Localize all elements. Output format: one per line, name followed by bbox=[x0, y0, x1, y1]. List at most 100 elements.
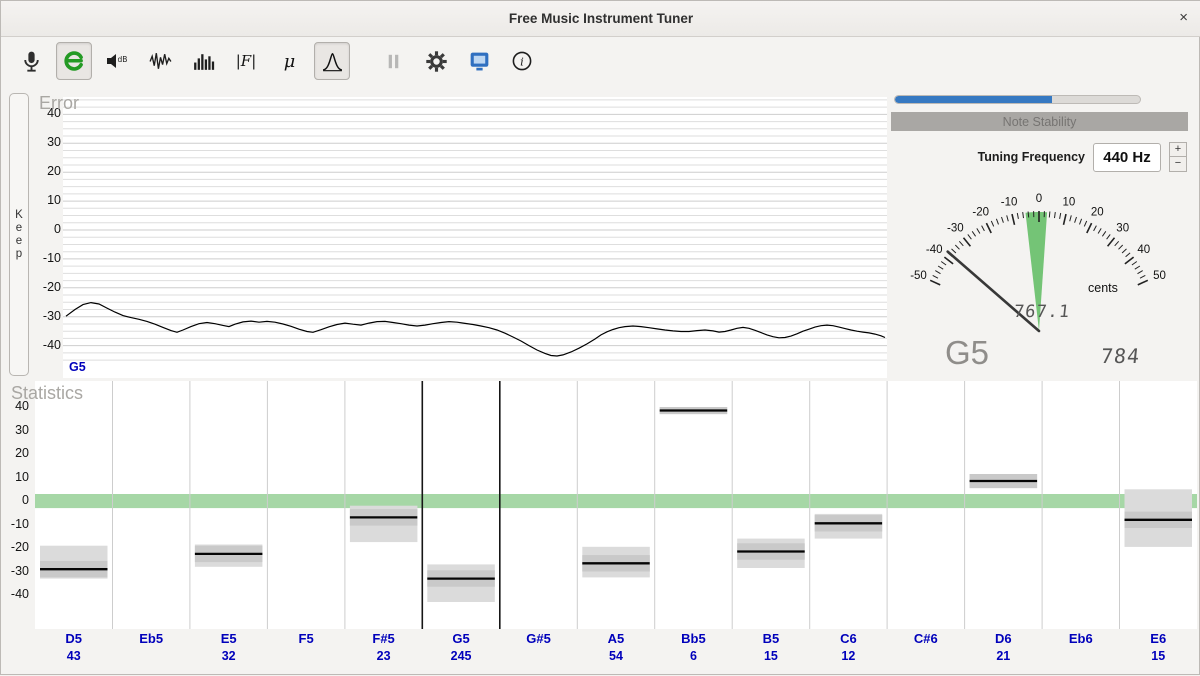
svg-text:-30: -30 bbox=[947, 223, 964, 235]
svg-text:20: 20 bbox=[1091, 207, 1104, 219]
in-tune-band bbox=[35, 494, 1197, 508]
error-y-tick-label: 0 bbox=[31, 222, 61, 236]
stats-note-label: G#5 bbox=[500, 631, 577, 646]
info-icon: i bbox=[510, 49, 534, 73]
tuning-frequency-label: Tuning Frequency bbox=[978, 150, 1085, 164]
tuning-frequency-input[interactable]: 440 Hz bbox=[1093, 143, 1161, 172]
stats-chart bbox=[35, 381, 1197, 629]
stats-note-label: Bb5 bbox=[655, 631, 732, 646]
stats-note-count: 23 bbox=[345, 649, 422, 663]
stats-note-count: 32 bbox=[190, 649, 267, 663]
keep-button[interactable]: Keep bbox=[9, 93, 29, 376]
error-y-tick-label: -10 bbox=[31, 251, 61, 265]
svg-text:-20: -20 bbox=[972, 207, 989, 219]
stats-note-label: D5 bbox=[35, 631, 112, 646]
stats-note-label: Eb6 bbox=[1042, 631, 1119, 646]
stats-note-label: F#5 bbox=[345, 631, 422, 646]
stats-note-label: E6 bbox=[1120, 631, 1197, 646]
pause-button bbox=[375, 42, 411, 80]
toolbar: dB |F| μ i bbox=[1, 37, 1200, 85]
error-curve bbox=[66, 303, 885, 356]
stats-y-tick-label: -30 bbox=[1, 564, 29, 578]
tuner-logo-icon bbox=[61, 48, 87, 74]
stats-y-tick-label: -10 bbox=[1, 517, 29, 531]
error-panel: Keep 403020100-10-20-30-40 Error G5 bbox=[9, 91, 887, 379]
titlebar: Free Music Instrument Tuner × bbox=[1, 1, 1200, 37]
fourier-transform-icon: |F| bbox=[233, 49, 259, 73]
svg-text:10: 10 bbox=[1063, 196, 1076, 208]
stats-note-label: A5 bbox=[577, 631, 654, 646]
stats-note-count: 6 bbox=[655, 649, 732, 663]
tuner-logo-button[interactable] bbox=[56, 42, 92, 80]
settings-gear-icon bbox=[424, 49, 449, 74]
svg-text:|F|: |F| bbox=[236, 52, 257, 70]
error-y-tick-label: -40 bbox=[31, 338, 61, 352]
input-level-fill bbox=[895, 96, 1052, 103]
svg-text:50: 50 bbox=[1153, 270, 1166, 282]
svg-text:40: 40 bbox=[1137, 244, 1150, 256]
close-button[interactable]: × bbox=[1179, 9, 1188, 27]
stats-note-count: 21 bbox=[965, 649, 1042, 663]
error-y-tick-label: 10 bbox=[31, 193, 61, 207]
error-y-axis: 403020100-10-20-30-40 bbox=[31, 97, 61, 372]
peak-curve-icon bbox=[320, 49, 345, 74]
statistics-watermark: Statistics bbox=[11, 383, 83, 404]
svg-text:i: i bbox=[520, 54, 524, 68]
stats-note-count: 15 bbox=[732, 649, 809, 663]
peak-curve-button[interactable] bbox=[314, 42, 350, 80]
record-icon bbox=[467, 49, 492, 74]
error-y-tick-label: -20 bbox=[31, 280, 61, 294]
svg-text:dB: dB bbox=[118, 55, 128, 64]
stats-note-label: G5 bbox=[422, 631, 499, 646]
error-chart-canvas bbox=[63, 97, 887, 378]
input-level-bar bbox=[894, 95, 1141, 104]
waveform-button[interactable] bbox=[142, 42, 178, 80]
volume-db-button[interactable]: dB bbox=[99, 42, 135, 80]
tuner-panel: Note Stability Tuning Frequency 440 Hz +… bbox=[889, 91, 1200, 379]
stats-y-tick-label: -20 bbox=[1, 540, 29, 554]
stats-note-label: E5 bbox=[190, 631, 267, 646]
pause-icon bbox=[382, 50, 405, 73]
svg-text:-50: -50 bbox=[910, 270, 927, 282]
gauge-units-label: cents bbox=[1088, 281, 1118, 295]
fourier-transform-button[interactable]: |F| bbox=[228, 42, 264, 80]
record-button[interactable] bbox=[461, 42, 497, 80]
mu-button[interactable]: μ bbox=[271, 42, 307, 80]
error-y-tick-label: 30 bbox=[31, 135, 61, 149]
stats-y-tick-label: 0 bbox=[1, 493, 29, 507]
target-frequency-display: 784 bbox=[1100, 344, 1142, 368]
waveform-icon bbox=[148, 49, 173, 74]
stats-y-tick-label: -40 bbox=[1, 587, 29, 601]
error-watermark: Error bbox=[39, 93, 79, 114]
svg-text:0: 0 bbox=[1036, 193, 1042, 205]
microphone-icon bbox=[19, 49, 44, 74]
stats-note-label: Eb5 bbox=[112, 631, 189, 646]
tuning-frequency-decrement-button[interactable]: − bbox=[1169, 157, 1187, 172]
info-button[interactable]: i bbox=[504, 42, 540, 80]
stats-chart-canvas bbox=[35, 381, 1197, 629]
statistics-panel: Statistics 403020100-10-20-30-40 D543Eb5… bbox=[1, 379, 1200, 676]
microphone-button[interactable] bbox=[13, 42, 49, 80]
volume-db-icon: dB bbox=[104, 49, 130, 73]
svg-text:μ: μ bbox=[283, 52, 295, 72]
stats-note-label: D6 bbox=[965, 631, 1042, 646]
stats-y-tick-label: 10 bbox=[1, 470, 29, 484]
spectrum-bars-icon bbox=[191, 49, 216, 74]
spectrum-bars-button[interactable] bbox=[185, 42, 221, 80]
svg-text:-10: -10 bbox=[1001, 196, 1018, 208]
tuning-frequency-increment-button[interactable]: + bbox=[1169, 142, 1187, 157]
stats-note-label: C#6 bbox=[887, 631, 964, 646]
stats-note-count: 15 bbox=[1120, 649, 1197, 663]
settings-gear-button[interactable] bbox=[418, 42, 454, 80]
stats-y-tick-label: 30 bbox=[1, 423, 29, 437]
measured-frequency-display: 767.1 bbox=[986, 302, 1098, 322]
cents-gauge: -50-40-30-20-1001020304050cents bbox=[889, 179, 1200, 349]
note-stability-bar: Note Stability bbox=[891, 112, 1188, 131]
tuning-frequency-row: Tuning Frequency 440 Hz + − bbox=[978, 142, 1187, 172]
tuning-frequency-stepper: + − bbox=[1169, 142, 1187, 172]
error-y-tick-label: 20 bbox=[31, 164, 61, 178]
stats-note-label: C6 bbox=[810, 631, 887, 646]
error-y-tick-label: -30 bbox=[31, 309, 61, 323]
svg-text:-40: -40 bbox=[926, 244, 943, 256]
stats-note-label: B5 bbox=[732, 631, 809, 646]
